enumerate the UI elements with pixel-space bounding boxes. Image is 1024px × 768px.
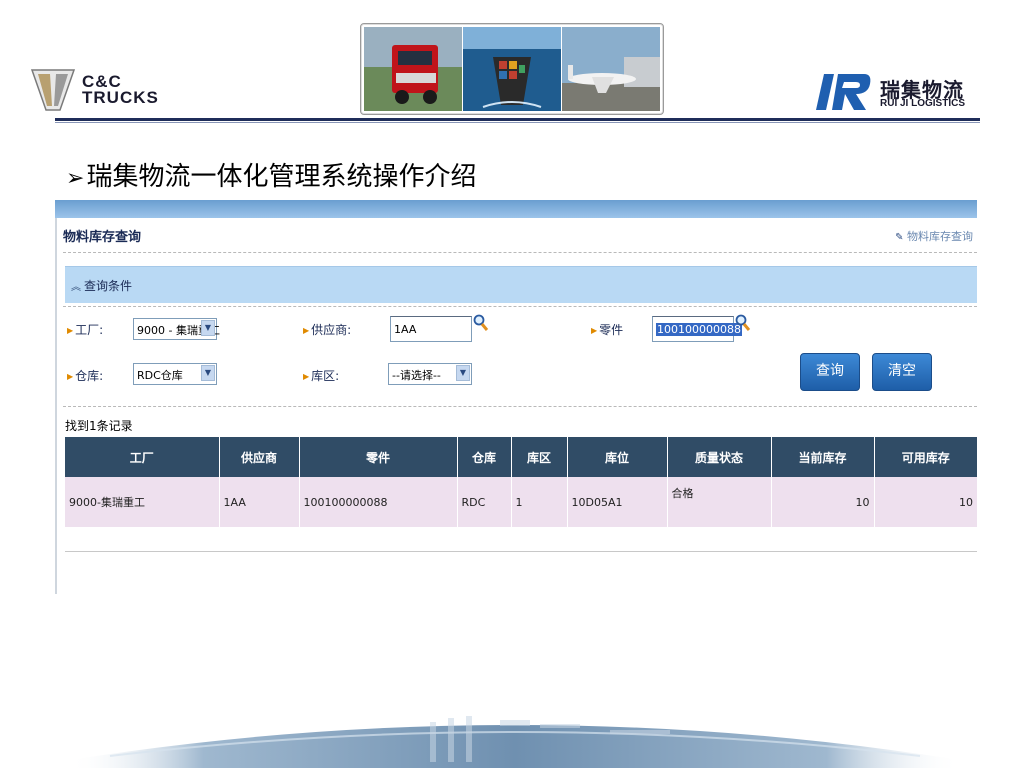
bullet-arrow-icon: ➢: [66, 166, 85, 191]
divider: [63, 252, 977, 253]
edit-icon: ✎: [895, 232, 904, 243]
column-header[interactable]: 库位: [567, 437, 668, 477]
app-screenshot: 物料库存查询 ✎ 物料库存查询 ︽ 查询条件 ▶ 工厂: 9000 - 集瑞重工 ▼…: [55, 200, 977, 594]
ship-photo: [463, 27, 561, 111]
rj-emblem-icon: [816, 74, 871, 110]
query-conditions-label: 查询条件: [84, 279, 133, 293]
column-header[interactable]: 供应商: [219, 437, 300, 477]
search-button[interactable]: 查询: [800, 353, 860, 391]
header-rule: [55, 118, 980, 121]
table-bottom-rule: [65, 551, 977, 552]
cc-trucks-logo: C&C TRUCKS: [30, 68, 200, 112]
footer-banner-graphic: [70, 716, 960, 768]
bullet-triangle-icon: ▶: [303, 326, 310, 335]
table-header-row: 工厂 供应商 零件 仓库 库区 库位 质量状态 当前库存 可用库存: [65, 437, 977, 477]
zone-select-value: --请选择--: [392, 369, 441, 382]
rui-ji-logistics-logo: 瑞集物流 RUI JI LOGISTICS: [814, 72, 984, 116]
cc-shield-icon: [30, 69, 76, 111]
clear-button[interactable]: 清空: [872, 353, 932, 391]
slide-title: ➢瑞集物流一体化管理系统操作介绍: [66, 156, 476, 193]
table-cell: 合格: [667, 477, 772, 527]
column-header[interactable]: 工厂: [65, 437, 220, 477]
column-header[interactable]: 零件: [299, 437, 458, 477]
column-header[interactable]: 质量状态: [667, 437, 772, 477]
column-header[interactable]: 可用库存: [874, 437, 977, 477]
warehouse-label: ▶ 仓库:: [67, 369, 104, 383]
factory-select[interactable]: 9000 - 集瑞重工 ▼: [133, 318, 220, 340]
part-label: ▶ 零件: [591, 323, 624, 337]
supplier-label: ▶ 供应商:: [303, 323, 352, 337]
part-input[interactable]: 100100000088: [652, 316, 742, 342]
table-row[interactable]: 9000-集瑞重工 1AA 100100000088 RDC 1 10D05A1…: [65, 477, 977, 527]
slide-title-text: 瑞集物流一体化管理系统操作介绍: [86, 162, 477, 192]
bullet-triangle-icon: ▶: [67, 372, 74, 381]
airplane-photo: [562, 27, 660, 111]
factory-label: ▶ 工厂:: [67, 323, 104, 337]
bullet-triangle-icon: ▶: [591, 326, 598, 335]
table-cell: 100100000088: [299, 477, 458, 527]
chevron-down-icon[interactable]: ▼: [201, 320, 215, 336]
bullet-triangle-icon: ▶: [303, 372, 310, 381]
table-cell: RDC: [457, 477, 512, 527]
result-count: 找到1条记录: [65, 419, 133, 433]
divider: [63, 306, 977, 307]
table-cell: 1: [511, 477, 568, 527]
column-header[interactable]: 仓库: [457, 437, 512, 477]
warehouse-select[interactable]: RDC仓库 ▼: [133, 363, 217, 385]
app-banner: [55, 200, 977, 218]
supplier-search-icon[interactable]: [473, 314, 489, 332]
table-cell: 9000-集瑞重工: [65, 477, 220, 527]
table-cell: 10: [771, 477, 875, 527]
header-rule-thin: [55, 122, 980, 123]
part-input-value: 100100000088: [656, 323, 742, 336]
collapse-chevron-icon[interactable]: ︽: [71, 282, 81, 293]
cc-logo-line2: TRUCKS: [82, 88, 159, 107]
bullet-triangle-icon: ▶: [67, 326, 74, 335]
query-conditions-bar[interactable]: ︽ 查询条件: [65, 266, 977, 303]
table-cell: 10: [874, 477, 977, 527]
truck-photo: [364, 27, 462, 111]
page-title: 物料库存查询: [63, 230, 142, 245]
table-cell: 1AA: [219, 477, 300, 527]
chevron-down-icon[interactable]: ▼: [456, 365, 470, 381]
supplier-input-value: 1AA: [394, 323, 417, 336]
inventory-table: 工厂 供应商 零件 仓库 库区 库位 质量状态 当前库存 可用库存 9000-集…: [65, 437, 977, 527]
column-header[interactable]: 库区: [511, 437, 568, 477]
divider: [63, 406, 977, 407]
table-cell: 10D05A1: [567, 477, 668, 527]
chevron-down-icon[interactable]: ▼: [201, 365, 215, 381]
rj-logo-en: RUI JI LOGISTICS: [880, 98, 966, 109]
breadcrumb-label: 物料库存查询: [907, 230, 973, 243]
zone-select[interactable]: --请选择-- ▼: [388, 363, 472, 385]
app-left-edge: [55, 218, 57, 594]
transport-photo-strip: [360, 23, 664, 115]
zone-label: ▶ 库区:: [303, 369, 340, 383]
breadcrumb[interactable]: ✎ 物料库存查询: [895, 228, 973, 244]
part-search-icon[interactable]: [735, 314, 751, 332]
column-header[interactable]: 当前库存: [771, 437, 875, 477]
warehouse-select-value: RDC仓库: [137, 369, 183, 382]
supplier-input[interactable]: 1AA: [390, 316, 472, 342]
